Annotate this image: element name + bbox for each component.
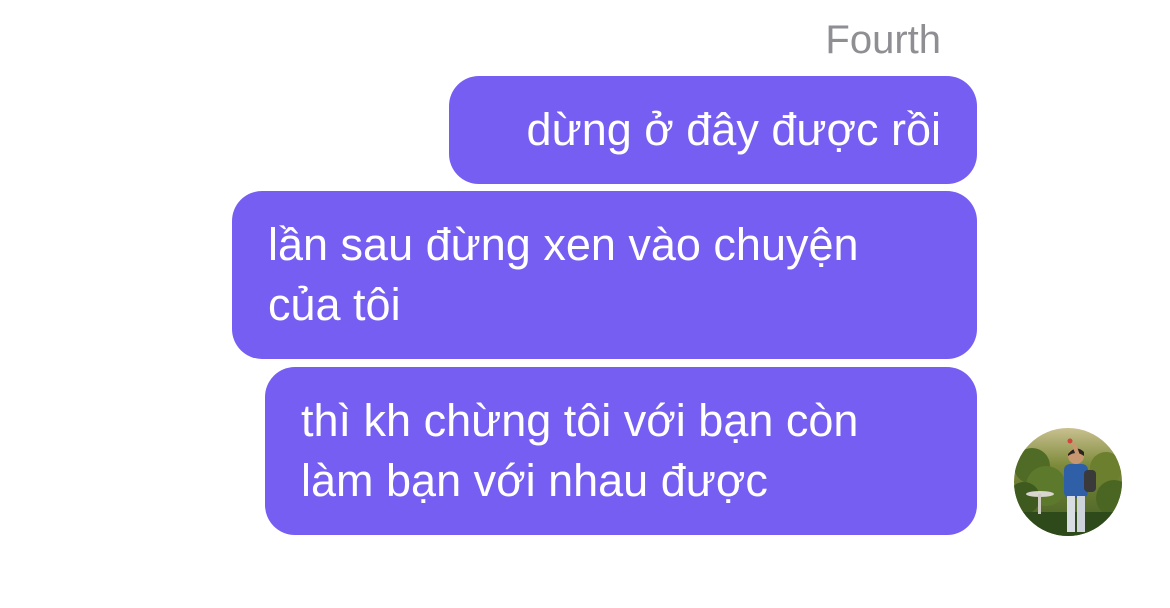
message-text: dừng ở đây được rồi — [526, 104, 941, 155]
message-bubble[interactable]: dừng ở đây được rồi — [449, 76, 977, 184]
message-text-line: làm bạn với nhau được — [301, 455, 768, 506]
user-photo-avatar-icon — [1014, 428, 1122, 536]
message-text-line: thì kh chừng tôi với bạn còn — [301, 395, 859, 446]
avatar[interactable] — [1014, 428, 1122, 536]
message-text-line: của tôi — [268, 279, 401, 330]
message-text-line: lần sau đừng xen vào chuyện — [268, 219, 859, 270]
sender-name: Fourth — [825, 18, 941, 62]
message-bubble[interactable]: lần sau đừng xen vào chuyện của tôi — [232, 191, 977, 359]
message-bubble[interactable]: thì kh chừng tôi với bạn còn làm bạn với… — [265, 367, 977, 535]
